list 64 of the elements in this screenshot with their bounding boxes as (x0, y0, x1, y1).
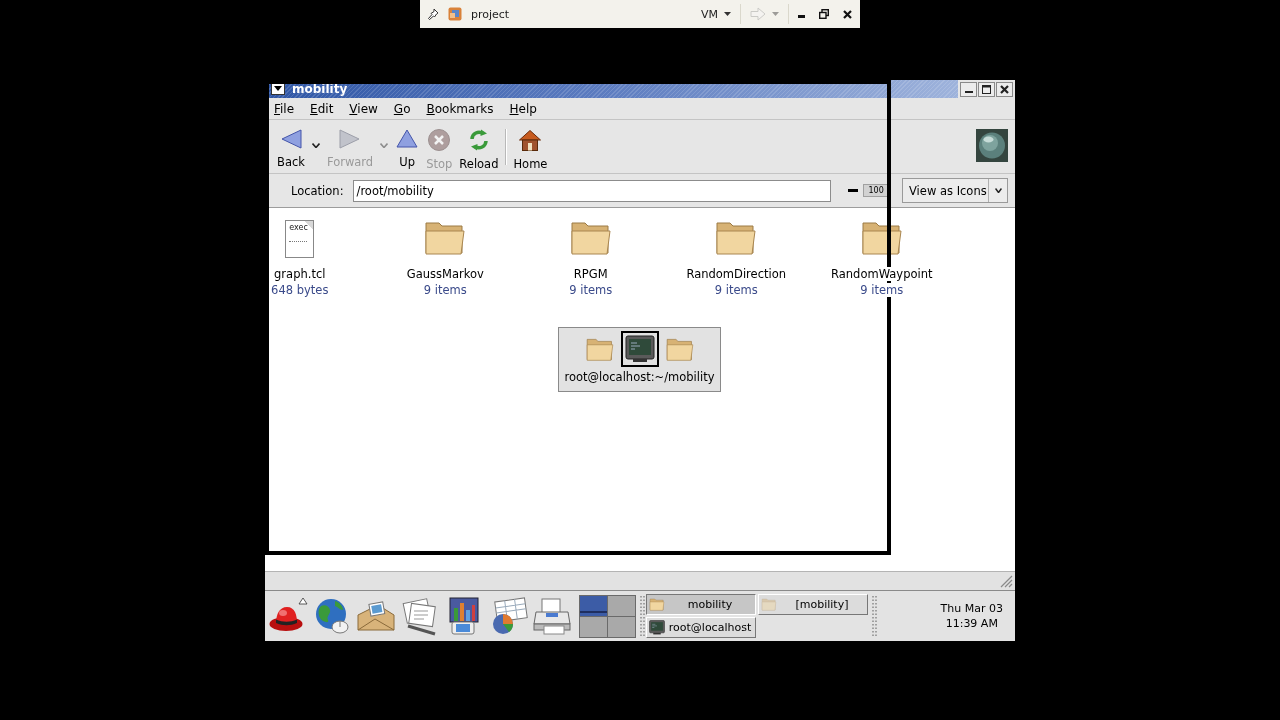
caret-icon (724, 12, 731, 16)
menu-item[interactable]: Go (389, 101, 415, 116)
house-icon (518, 128, 543, 152)
close-icon (1000, 84, 1009, 94)
menu-item[interactable]: Edit (306, 101, 338, 116)
close-button[interactable] (996, 81, 1013, 97)
up-button[interactable]: Up (392, 126, 423, 171)
close-icon[interactable] (843, 9, 852, 19)
stop-icon (427, 128, 452, 152)
task-button[interactable]: root@localhost (646, 617, 756, 638)
right-arrow-icon (750, 7, 766, 21)
file-name[interactable]: graph.tcl (274, 267, 326, 281)
clock-time[interactable]: 11:39 AM (945, 616, 998, 631)
workspace[interactable] (580, 616, 607, 637)
vm-title: project (471, 7, 510, 21)
file-info: 9 items (860, 283, 904, 297)
caret-icon (311, 143, 320, 148)
window-menu-icon[interactable] (271, 83, 285, 95)
menu-item[interactable]: Help (505, 101, 541, 116)
menu-item[interactable]: Bookmarks (422, 101, 498, 116)
menu-item[interactable]: View (345, 101, 382, 116)
file-name[interactable]: RPGM (573, 267, 608, 281)
file-info: 648 bytes (271, 283, 329, 297)
workspace[interactable] (608, 595, 635, 616)
file-thumbnail[interactable]: exec (285, 220, 315, 258)
file-info: 9 items (714, 283, 758, 297)
activity-indicator-icon (976, 129, 1008, 162)
task-button[interactable]: mobility (646, 594, 756, 615)
back-button[interactable]: Back (274, 126, 308, 171)
view-mode-dropdown[interactable]: View as Icons (902, 178, 1008, 203)
vm-menu-button[interactable]: VM (701, 7, 731, 21)
window-title: mobility (292, 82, 348, 96)
up-arrow-icon (395, 128, 420, 150)
drag-handle-icon[interactable] (872, 596, 877, 636)
workspace[interactable] (608, 616, 635, 637)
home-button[interactable]: Home (510, 126, 551, 173)
caret-icon (380, 143, 389, 148)
task-button[interactable]: [mobility] (758, 594, 868, 615)
workspace[interactable] (580, 595, 607, 616)
maximize-icon (982, 84, 991, 94)
printer-icon[interactable] (532, 596, 574, 636)
minimize-button[interactable] (960, 81, 977, 97)
resize-grip-icon[interactable] (1000, 575, 1013, 588)
zoom-out-icon[interactable] (847, 189, 858, 192)
location-label: Location: (291, 183, 344, 198)
file-name[interactable]: RandomDirection (686, 267, 787, 281)
location-field[interactable]: /root/mobility (352, 179, 831, 202)
drag-handle-icon[interactable] (640, 596, 645, 636)
menu-item[interactable]: File (270, 101, 299, 116)
file-name[interactable]: RandomWaypoint (831, 267, 933, 281)
clock-date[interactable]: Thu Mar 03 (940, 601, 1003, 616)
file-info: 9 items (569, 283, 613, 297)
zoom-level[interactable]: 100 (862, 184, 890, 197)
caret-icon (772, 12, 779, 16)
restore-icon[interactable] (819, 9, 829, 19)
switcher-label: root@localhost:~/mobility (564, 370, 715, 384)
file-name[interactable]: GaussMarkov (406, 267, 484, 281)
maximize-button[interactable] (978, 81, 995, 97)
minimize-icon (964, 90, 973, 93)
reload-button[interactable]: Reload (456, 126, 502, 173)
caret-icon (994, 188, 1002, 193)
file-info: 9 items (423, 283, 467, 297)
pin-icon[interactable] (427, 8, 439, 20)
app-icon (448, 7, 462, 21)
